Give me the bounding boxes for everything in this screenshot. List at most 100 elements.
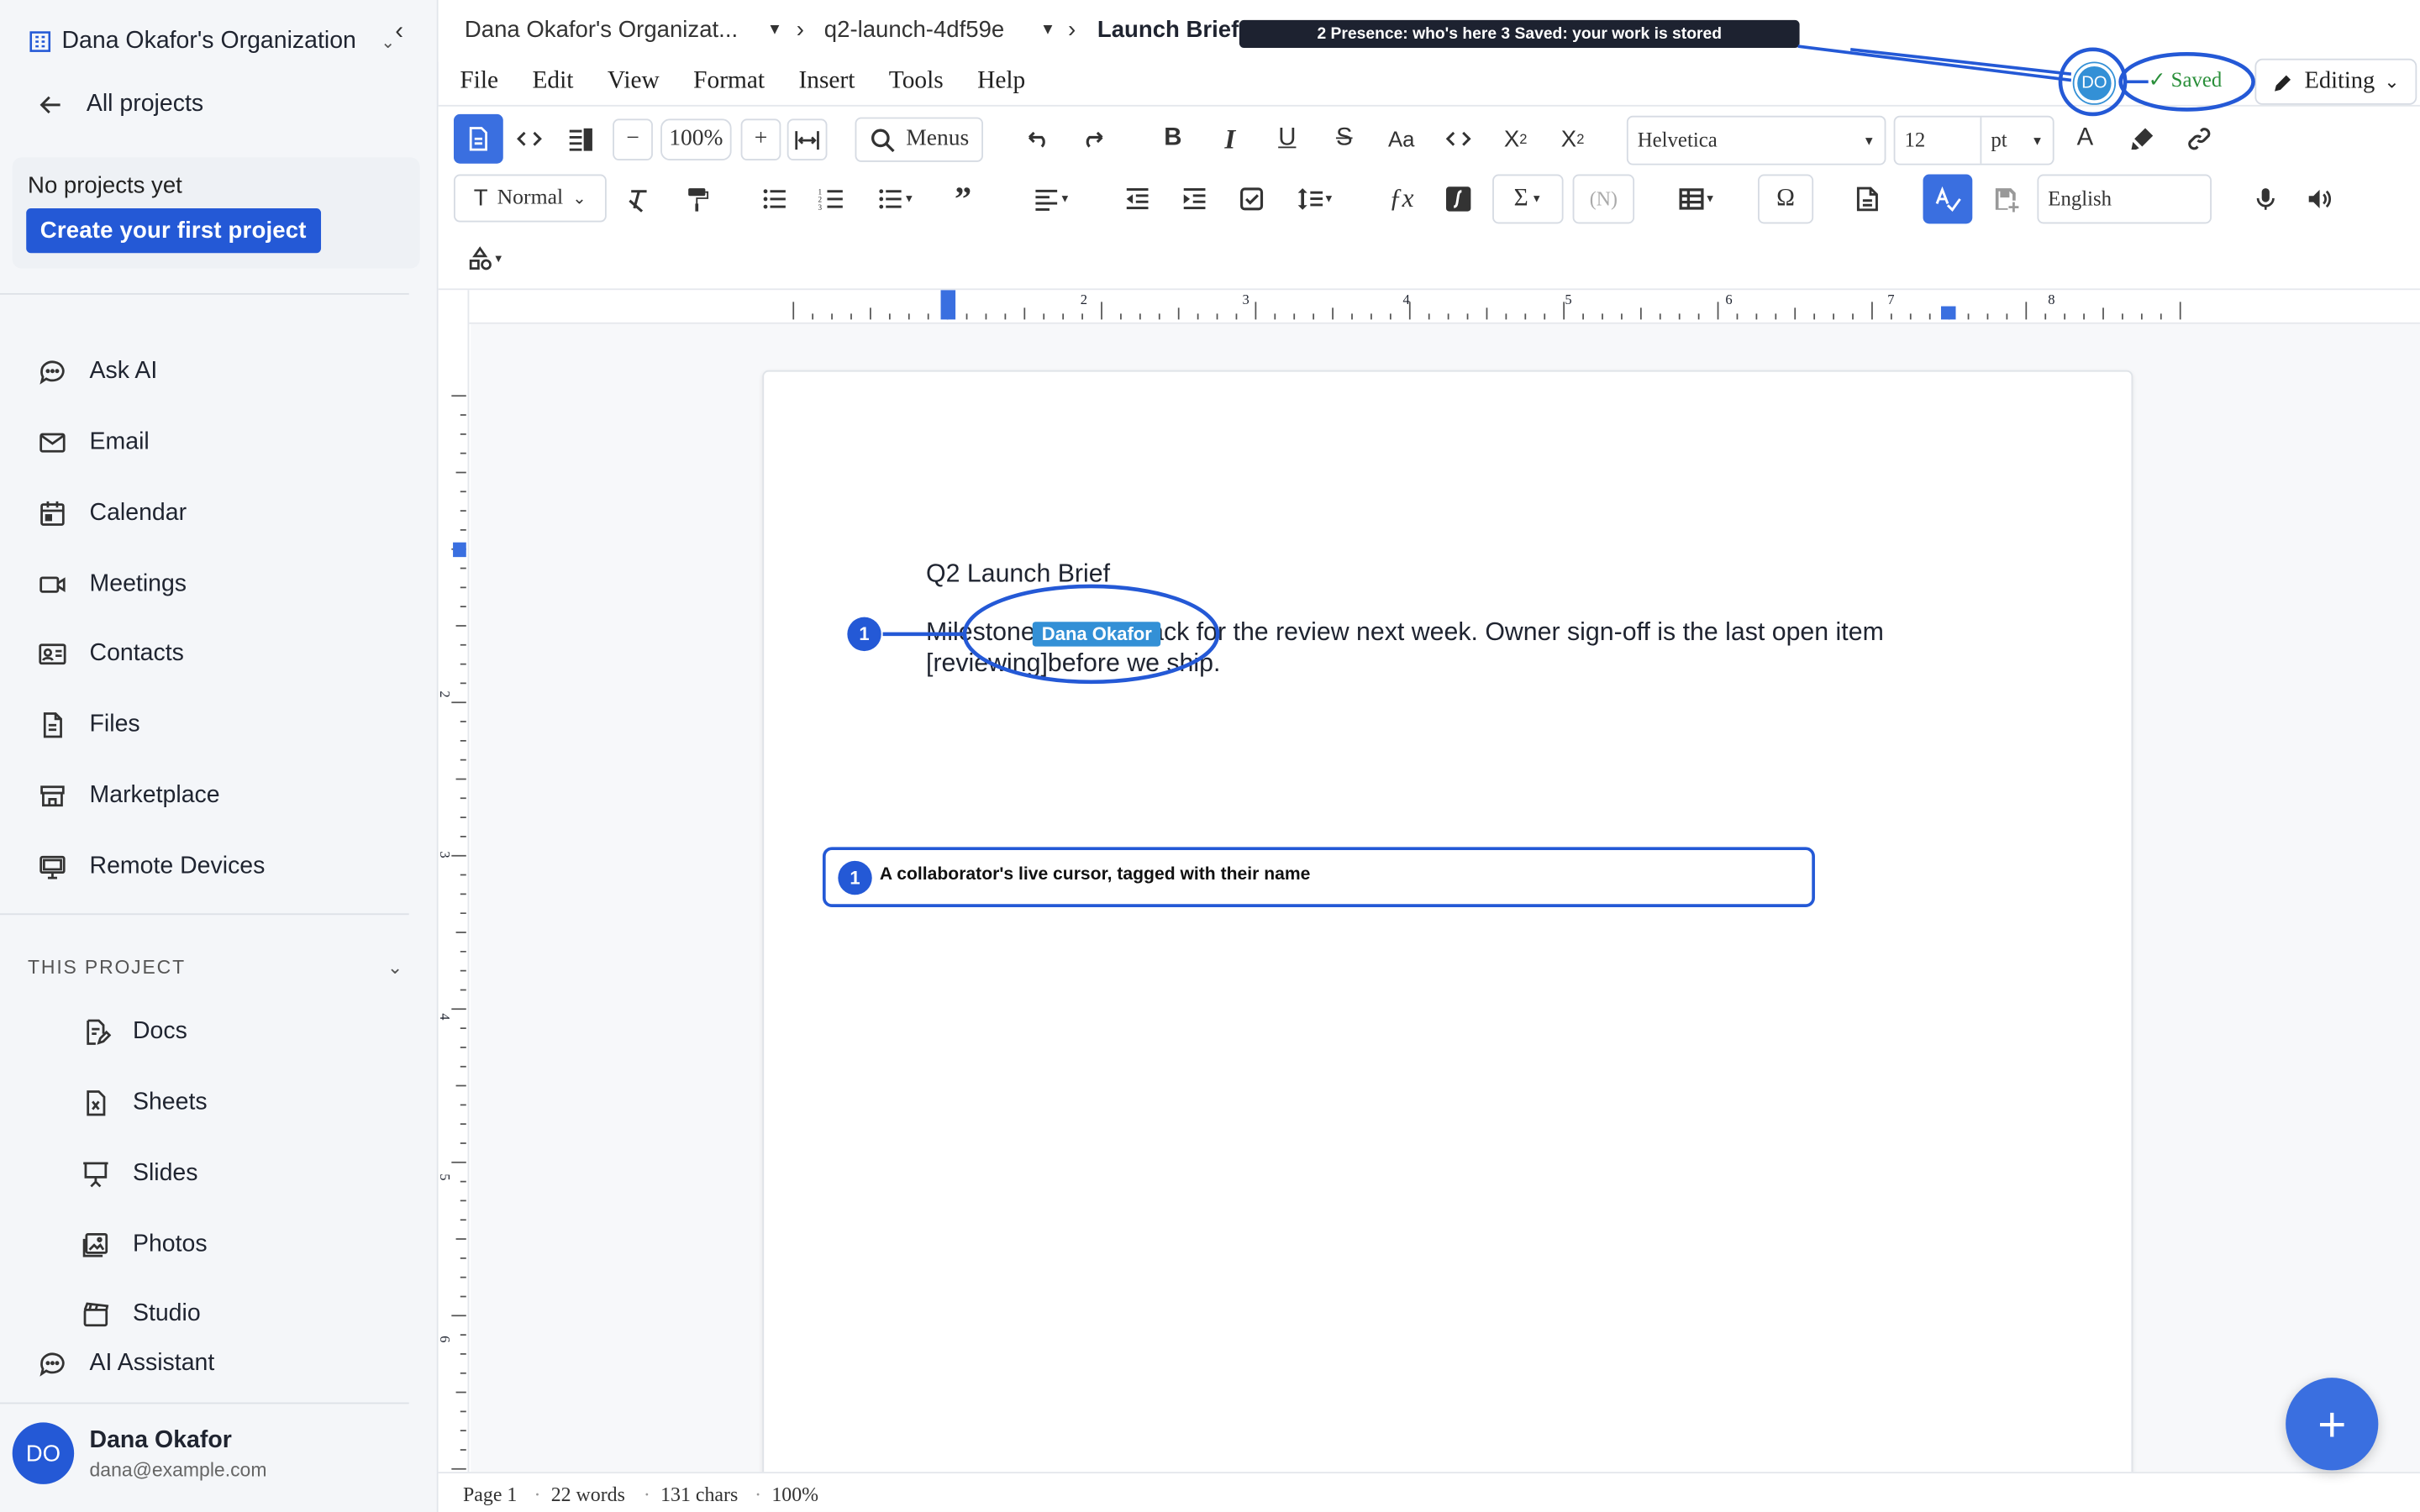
page-setup-button[interactable] <box>1844 175 1891 224</box>
project-docs[interactable]: Docs <box>81 1016 187 1047</box>
new-item-fab[interactable]: + <box>2286 1378 2379 1471</box>
paragraph-style-select[interactable]: T Normal ⌄ <box>453 174 607 223</box>
underline-icon[interactable]: U <box>1264 114 1310 164</box>
inline-code-button[interactable] <box>1435 114 1481 164</box>
dictation-button[interactable] <box>2243 175 2289 224</box>
breadcrumb-project[interactable]: q2-launch-4df59e <box>824 17 1004 43</box>
menu-view[interactable]: View <box>608 68 660 96</box>
presence-avatar[interactable]: DO <box>2074 63 2115 104</box>
menu-format[interactable]: Format <box>693 68 765 96</box>
highlight-button[interactable] <box>2119 114 2165 164</box>
text-color-icon[interactable]: A <box>2062 114 2108 164</box>
sum-button[interactable]: Σ ▼ <box>1492 174 1564 224</box>
project-slides[interactable]: Slides <box>81 1158 198 1189</box>
microphone-icon <box>2256 188 2275 210</box>
omega-icon[interactable]: Ω <box>1758 174 1814 224</box>
save-plus-icon <box>1995 188 2019 213</box>
text-case-icon[interactable]: Aa <box>1378 114 1424 164</box>
left-margin-marker[interactable] <box>940 290 956 320</box>
nav-remote-devices[interactable]: Remote Devices <box>37 852 265 883</box>
collapse-sidebar-icon[interactable]: ‹ <box>395 18 403 46</box>
project-sheets[interactable]: Sheets <box>81 1088 208 1119</box>
table-button[interactable]: ▼ <box>1668 175 1723 224</box>
spellcheck-button[interactable] <box>1923 174 1973 224</box>
nav-marketplace[interactable]: Marketplace <box>37 780 220 811</box>
bold-icon[interactable]: B <box>1150 114 1196 164</box>
divider <box>0 1402 409 1404</box>
nav-meetings[interactable]: Meetings <box>37 570 187 601</box>
shapes-button[interactable]: ▼ <box>460 234 509 284</box>
checklist-button[interactable] <box>1228 175 1275 224</box>
project-photos[interactable]: Photos <box>81 1230 208 1261</box>
right-margin-marker[interactable] <box>1940 306 1956 320</box>
menu-edit[interactable]: Edit <box>532 68 573 96</box>
align-button[interactable]: ▼ <box>1023 175 1079 224</box>
create-project-button[interactable]: Create your first project <box>26 207 321 254</box>
nav-files[interactable]: Files <box>37 710 140 741</box>
font-family-select[interactable]: Helvetica ▼ <box>1626 115 1886 165</box>
menu-help[interactable]: Help <box>977 68 1025 96</box>
nav-label: Slides <box>132 1160 198 1187</box>
nav-ask-ai[interactable]: Ask AI <box>37 356 157 387</box>
font-size-field[interactable]: 12 pt ▼ <box>1893 115 2054 165</box>
editing-mode-button[interactable]: Editing ⌄ <box>2254 58 2417 105</box>
breadcrumb-org[interactable]: Dana Okafor's Organizat... <box>465 17 738 43</box>
bullet-list-button[interactable] <box>751 175 797 224</box>
fit-width-button[interactable] <box>786 118 828 161</box>
nav-label: Files <box>89 711 140 738</box>
zoom-in-button[interactable]: + <box>740 118 781 161</box>
nav-email[interactable]: Email <box>37 428 150 459</box>
plus-icon: + <box>2317 1395 2347 1452</box>
outline-button[interactable] <box>557 114 603 164</box>
line-spacing-button[interactable]: ▼ <box>1287 175 1343 224</box>
top-margin-marker[interactable] <box>453 542 466 558</box>
multilevel-list-button[interactable]: ▼ <box>867 175 923 224</box>
menu-file[interactable]: File <box>460 68 498 96</box>
code-view-button[interactable] <box>506 114 552 164</box>
document-heading[interactable]: Q2 Launch Brief <box>926 560 1110 590</box>
footnote-button[interactable]: (N) <box>1572 174 1635 224</box>
outdent-button[interactable] <box>1114 175 1160 224</box>
this-project-section[interactable]: THIS PROJECT ⌄ <box>28 957 404 979</box>
vertical-ruler[interactable] <box>438 290 470 1473</box>
dropdown-caret-icon[interactable]: ▼ <box>767 22 782 39</box>
document-page[interactable] <box>762 370 2133 1512</box>
page-view-button[interactable] <box>453 113 503 164</box>
language-field[interactable]: English <box>2037 174 2212 224</box>
breadcrumb-document[interactable]: Launch Brief <box>1097 17 1239 43</box>
undo-button[interactable] <box>1014 114 1060 164</box>
nav-calendar[interactable]: Calendar <box>37 498 187 529</box>
redo-button[interactable] <box>1071 114 1118 164</box>
horizontal-ruler[interactable] <box>469 290 2420 324</box>
nav-ai-assistant[interactable]: AI Assistant <box>37 1348 214 1379</box>
italic-icon[interactable]: I <box>1207 114 1253 164</box>
strikethrough-icon[interactable]: S <box>1321 114 1367 164</box>
user-profile[interactable]: DO Dana Okafor dana@example.com <box>12 1422 266 1484</box>
nav-label: Docs <box>132 1018 187 1045</box>
clear-format-button[interactable] <box>616 175 662 224</box>
blockquote-icon[interactable]: ” <box>940 175 986 224</box>
subscript-icon[interactable]: X2 <box>1549 114 1596 164</box>
menu-tools[interactable]: Tools <box>889 68 944 96</box>
function-icon[interactable]: ƒx <box>1378 175 1424 224</box>
zoom-level[interactable]: 100% <box>660 118 732 161</box>
nav-label: Marketplace <box>89 782 220 809</box>
zoom-out-button[interactable]: − <box>613 118 653 161</box>
superscript-icon[interactable]: X2 <box>1492 114 1539 164</box>
org-switcher[interactable]: Dana Okafor's Organization ⌄ <box>28 28 395 55</box>
project-studio[interactable]: Studio <box>81 1299 201 1331</box>
link-button[interactable] <box>2176 114 2223 164</box>
numbered-list-button[interactable]: 123 <box>808 175 855 224</box>
read-aloud-button[interactable] <box>2296 175 2343 224</box>
dropdown-caret-icon[interactable]: ▼ <box>1040 22 1055 39</box>
all-projects-link[interactable]: All projects <box>37 91 203 118</box>
menus-search-button[interactable]: Menus <box>855 117 983 162</box>
paint-format-button[interactable] <box>675 175 721 224</box>
indent-button[interactable] <box>1171 175 1218 224</box>
nav-contacts[interactable]: Contacts <box>37 638 184 669</box>
save-plus-button[interactable] <box>1983 175 2029 224</box>
math-button[interactable] <box>1435 175 1481 224</box>
unit-select[interactable]: pt <box>1980 117 2007 164</box>
nav-label: Meetings <box>89 570 187 597</box>
menu-insert[interactable]: Insert <box>798 68 855 96</box>
